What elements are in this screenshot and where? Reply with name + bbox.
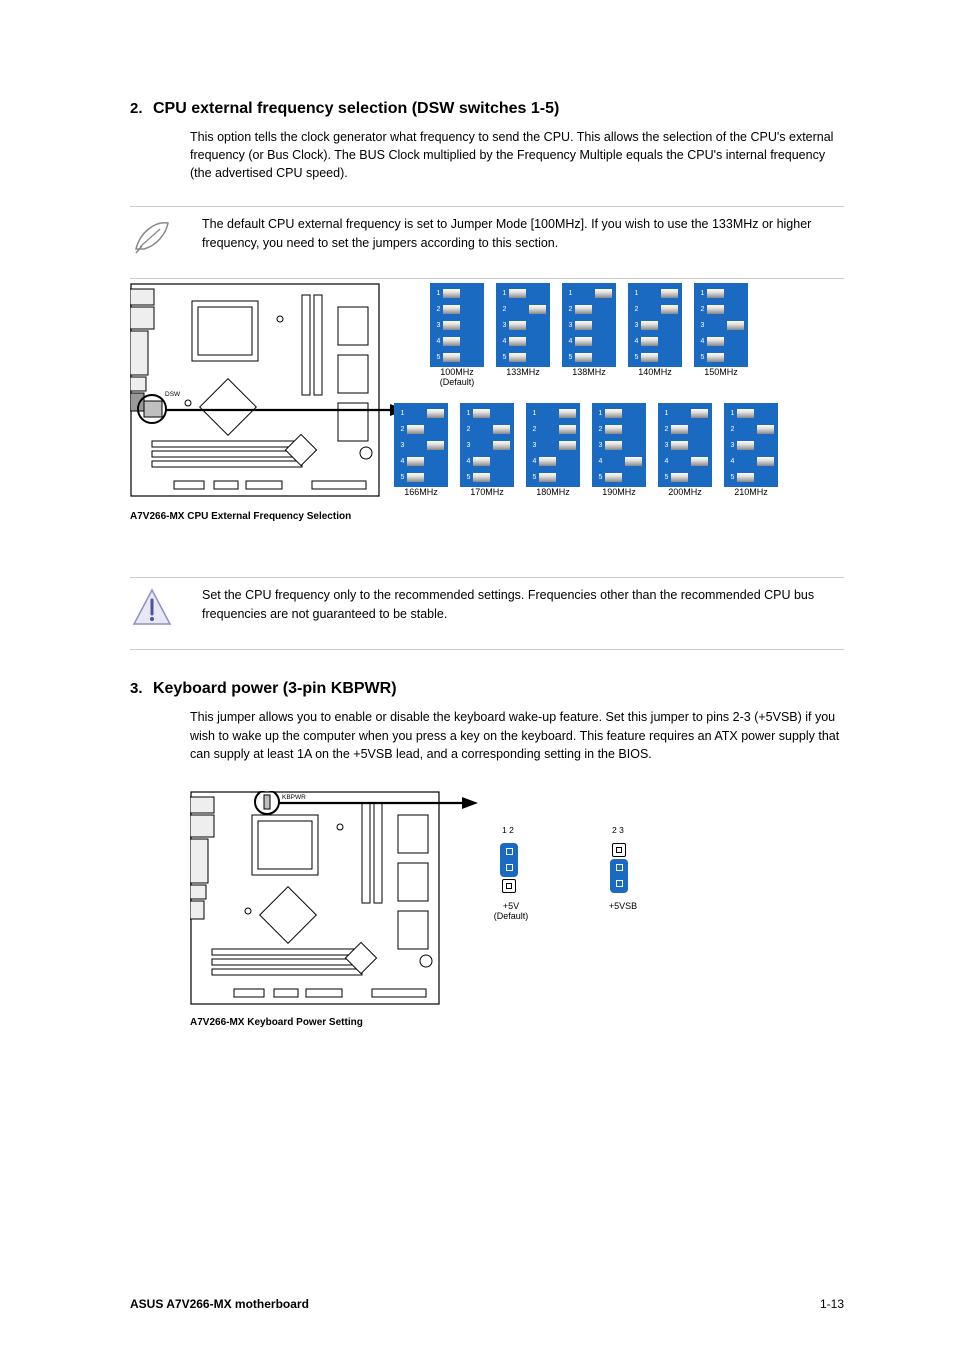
jumper-5v: 1 2 +5V (Default) xyxy=(500,843,518,893)
section2-num: 3. xyxy=(130,680,143,697)
dsw-label: DSW xyxy=(165,391,180,398)
footer-left: ASUS A7V266-MX motherboard xyxy=(130,1297,309,1311)
note-feather-icon xyxy=(130,215,174,264)
section1-caution: Set the CPU frequency only to the recomm… xyxy=(202,586,844,622)
dip-180mhz: 12345180MHz xyxy=(526,403,580,487)
dip-210mhz: 12345210MHz xyxy=(724,403,778,487)
jumper-5vsb: 2 3 +5VSB xyxy=(610,843,628,893)
section1-paragraph: This option tells the clock generator wh… xyxy=(190,128,844,182)
arrow-icon xyxy=(166,404,406,416)
dip-166mhz: 12345166MHz xyxy=(394,403,448,487)
dip-200mhz: 12345200MHz xyxy=(658,403,712,487)
dip-140mhz: 12345140MHz xyxy=(628,283,682,367)
dip-170mhz: 12345170MHz xyxy=(460,403,514,487)
caution-triangle-icon xyxy=(130,586,174,635)
figure2-caption: A7V266-MX Keyboard Power Setting xyxy=(190,1017,363,1028)
section1-note: The default CPU external frequency is se… xyxy=(202,215,844,251)
dip-138mhz: 12345138MHz xyxy=(562,283,616,367)
arrow-icon xyxy=(278,797,478,809)
section2-paragraph: This jumper allows you to enable or disa… xyxy=(190,708,844,762)
figure1-caption: A7V266-MX CPU External Frequency Selecti… xyxy=(130,511,351,522)
section1-num: 2. xyxy=(130,100,143,117)
footer-page-number: 1-13 xyxy=(820,1297,844,1311)
dip-100mhz: 12345100MHz (Default) xyxy=(430,283,484,367)
motherboard-diagram-2 xyxy=(190,791,440,1011)
divider xyxy=(130,278,844,279)
section1-title: CPU external frequency selection (DSW sw… xyxy=(153,100,559,117)
dip-150mhz: 12345150MHz xyxy=(694,283,748,367)
dip-133mhz: 12345133MHz xyxy=(496,283,550,367)
dip-190mhz: 12345190MHz xyxy=(592,403,646,487)
section2-title: Keyboard power (3-pin KBPWR) xyxy=(153,680,397,697)
